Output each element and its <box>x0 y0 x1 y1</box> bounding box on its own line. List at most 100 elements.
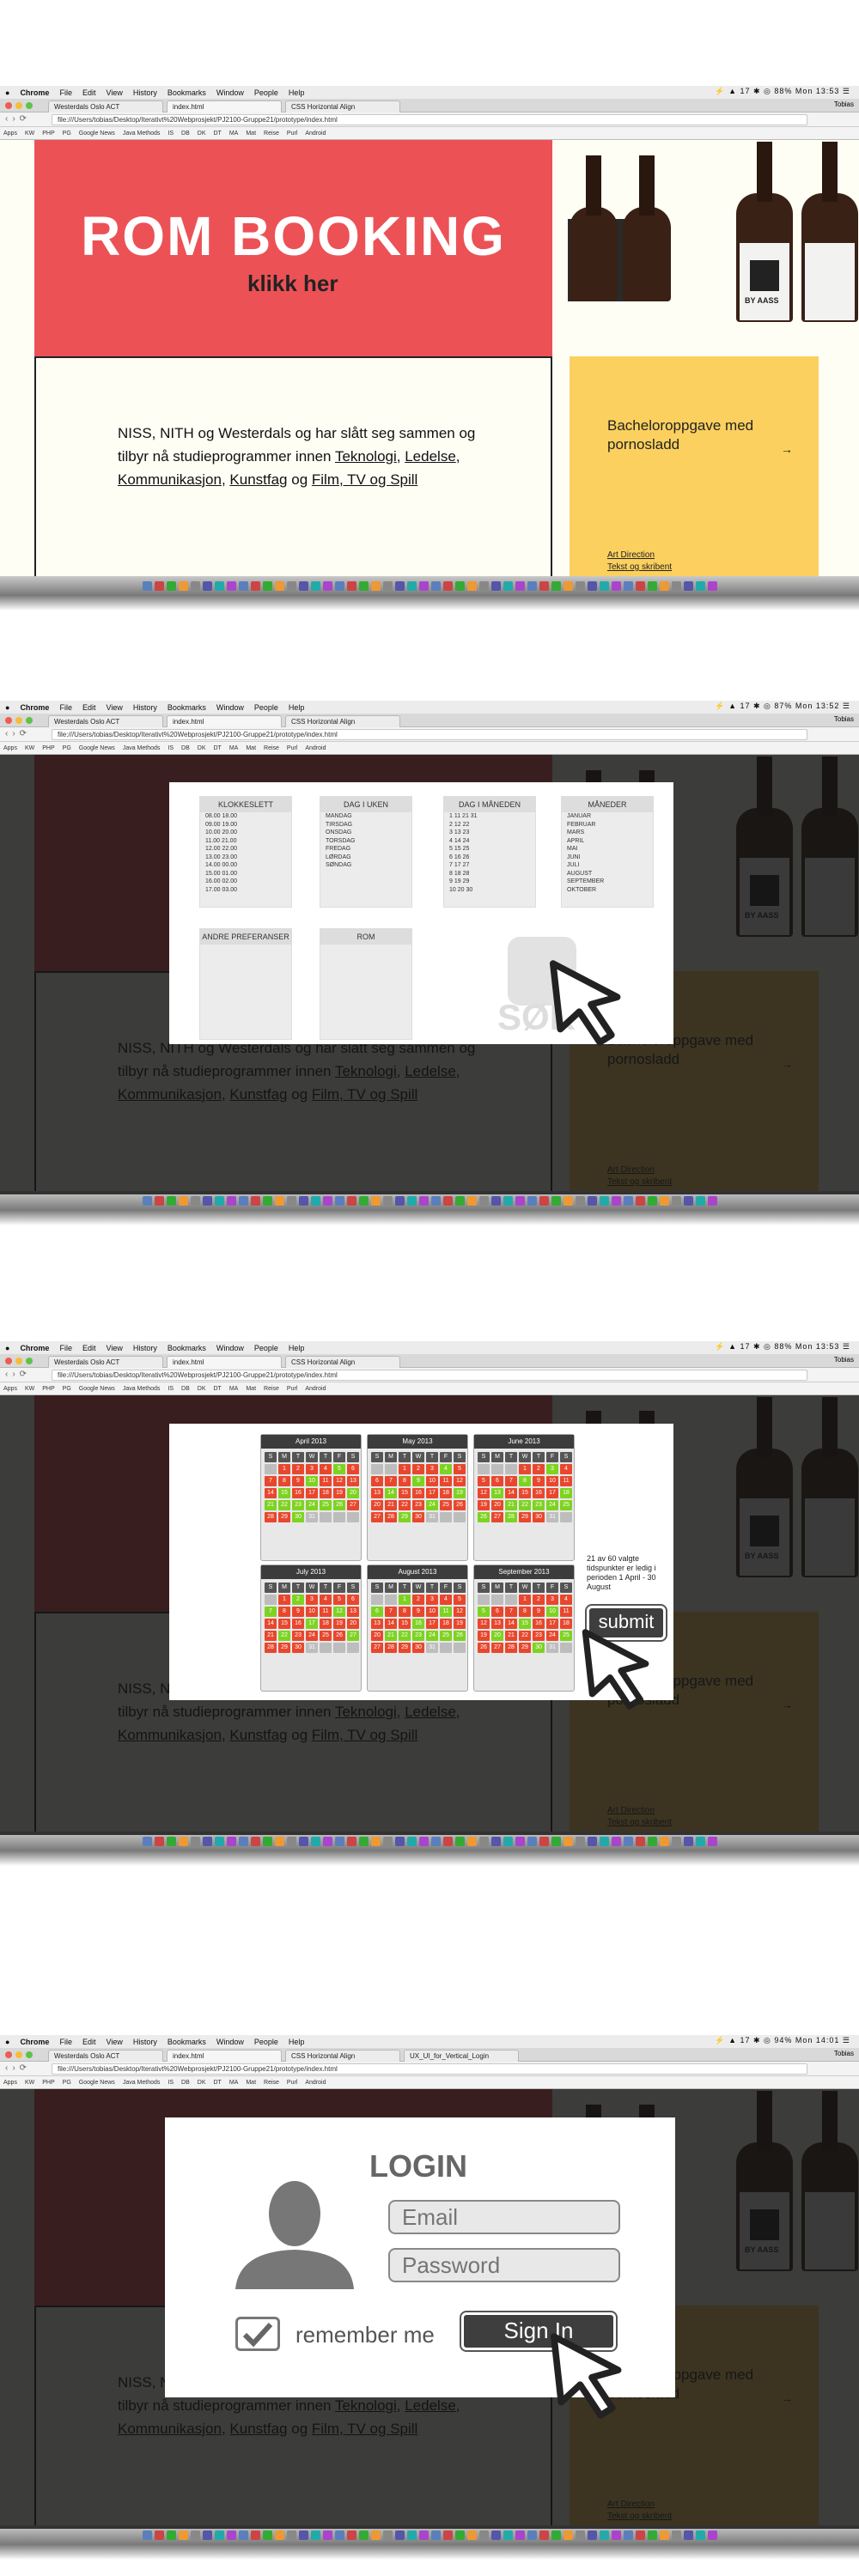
dock-app-icon[interactable] <box>394 1836 405 1846</box>
dock-app-icon[interactable] <box>334 1836 344 1846</box>
calendar-day[interactable]: 2 <box>292 1464 304 1474</box>
window-control-icon[interactable] <box>5 2051 12 2058</box>
filter-option-checkbox[interactable]: 16.00 02.00 <box>200 878 291 886</box>
bookmark-item[interactable]: Purl <box>287 2080 297 2086</box>
dock-app-icon[interactable] <box>322 1836 332 1846</box>
menu-item[interactable]: View <box>106 703 122 712</box>
dock-app-icon[interactable] <box>551 2530 561 2540</box>
calendar-day[interactable]: 27 <box>371 1643 383 1653</box>
calendar-day[interactable] <box>371 1464 383 1474</box>
calendar-day[interactable]: 19 <box>478 1500 490 1510</box>
calendar-day[interactable] <box>478 1464 490 1474</box>
bookmark-item[interactable]: DB <box>181 1386 190 1392</box>
calendar-day[interactable]: 16 <box>412 1619 424 1629</box>
menu-item[interactable]: People <box>254 88 278 97</box>
calendar-day[interactable]: 3 <box>426 1464 438 1474</box>
dock-app-icon[interactable] <box>683 1836 693 1846</box>
dock-app-icon[interactable] <box>599 2530 609 2540</box>
dock-app-icon[interactable] <box>142 580 152 591</box>
calendar-day[interactable]: 24 <box>306 1500 318 1510</box>
calendar-day[interactable]: 24 <box>546 1500 558 1510</box>
calendar-day[interactable]: 19 <box>454 1488 466 1498</box>
calendar-day[interactable]: 6 <box>347 1464 359 1474</box>
bookmark-item[interactable]: Mat <box>246 1386 256 1392</box>
calendar-day[interactable]: 8 <box>519 1607 531 1617</box>
calendar-day[interactable]: 5 <box>454 1595 466 1605</box>
calendar-day[interactable]: 19 <box>333 1488 345 1498</box>
calendar-day[interactable]: 23 <box>292 1500 304 1510</box>
dock-app-icon[interactable] <box>707 580 717 591</box>
dock-app-icon[interactable] <box>671 1836 681 1846</box>
dock-app-icon[interactable] <box>635 1836 645 1846</box>
calendar-day[interactable]: 11 <box>440 1607 452 1617</box>
bookmark-item[interactable]: Android <box>305 1386 326 1392</box>
filter-option-checkbox[interactable]: FREDAG <box>320 845 411 854</box>
calendar-day[interactable]: 10 <box>546 1607 558 1617</box>
filter-option-checkbox[interactable]: 1 11 21 31 <box>444 812 535 821</box>
dock-app-icon[interactable] <box>370 1836 381 1846</box>
dock-app-icon[interactable] <box>322 2530 332 2540</box>
calendar-day[interactable]: 9 <box>533 1607 545 1617</box>
calendar-day[interactable] <box>347 1512 359 1522</box>
calendar-day[interactable]: 27 <box>347 1500 359 1510</box>
bookmark-item[interactable]: Apps <box>3 1386 17 1392</box>
calendar-day[interactable]: 21 <box>385 1631 397 1641</box>
menu-item[interactable]: Bookmarks <box>168 88 206 97</box>
calendar-day[interactable]: 25 <box>320 1500 332 1510</box>
dock-app-icon[interactable] <box>406 2530 417 2540</box>
dock-app-icon[interactable] <box>430 1836 441 1846</box>
dock-app-icon[interactable] <box>238 1836 248 1846</box>
calendar-day[interactable]: 30 <box>533 1512 545 1522</box>
calendar-day[interactable]: 14 <box>505 1619 517 1629</box>
browser-tab[interactable]: index.html <box>167 715 282 727</box>
filter-option-checkbox[interactable]: JANUAR <box>562 812 653 821</box>
filter-option-checkbox[interactable]: AUGUST <box>562 870 653 878</box>
dock-app-icon[interactable] <box>394 580 405 591</box>
calendar-day[interactable]: 11 <box>560 1476 572 1486</box>
dock-app-icon[interactable] <box>298 580 308 591</box>
dock-app-icon[interactable] <box>214 580 224 591</box>
dock-app-icon[interactable] <box>250 580 260 591</box>
bookmark-item[interactable]: Java Methods <box>123 745 161 751</box>
dock-app-icon[interactable] <box>466 1195 477 1206</box>
calendar-day[interactable]: 26 <box>478 1512 490 1522</box>
dock-app-icon[interactable] <box>430 580 441 591</box>
dock-app-icon[interactable] <box>310 1195 320 1206</box>
dock-app-icon[interactable] <box>382 2530 393 2540</box>
calendar-day[interactable]: 4 <box>560 1595 572 1605</box>
menu-item[interactable]: File <box>59 1344 72 1352</box>
menu-item[interactable]: Bookmarks <box>168 703 206 712</box>
dock-app-icon[interactable] <box>250 1836 260 1846</box>
calendar-day[interactable]: 28 <box>385 1512 397 1522</box>
dock-app-icon[interactable] <box>262 1195 272 1206</box>
calendar-day[interactable]: 12 <box>454 1476 466 1486</box>
window-control-icon[interactable] <box>26 102 33 109</box>
calendar-day[interactable]: 17 <box>546 1619 558 1629</box>
dock-app-icon[interactable] <box>406 1836 417 1846</box>
calendar-day[interactable]: 9 <box>533 1476 545 1486</box>
menu-item[interactable]: File <box>59 703 72 712</box>
calendar-day[interactable]: 30 <box>412 1512 424 1522</box>
bookmark-item[interactable]: Reise <box>264 131 279 137</box>
dock-app-icon[interactable] <box>430 1195 441 1206</box>
calendar-day[interactable]: 2 <box>412 1464 424 1474</box>
filter-option-checkbox[interactable]: 14.00 00.00 <box>200 861 291 870</box>
dock-app-icon[interactable] <box>647 1836 657 1846</box>
filter-option-checkbox[interactable]: OKTOBER <box>562 886 653 895</box>
dock-app-icon[interactable] <box>623 2530 633 2540</box>
dock-app-icon[interactable] <box>539 1836 549 1846</box>
bookmark-item[interactable]: PG <box>63 745 71 751</box>
bookmark-item[interactable]: DK <box>198 131 206 137</box>
dock-app-icon[interactable] <box>478 580 489 591</box>
bookmark-item[interactable]: DT <box>214 745 222 751</box>
calendar-day[interactable]: 16 <box>533 1619 545 1629</box>
url-input[interactable]: file:///Users/tobias/Desktop/Iterativt%2… <box>52 114 807 125</box>
calendar-day[interactable]: 22 <box>399 1631 411 1641</box>
calendar-day[interactable]: 8 <box>399 1607 411 1617</box>
calendar-day[interactable]: 9 <box>412 1607 424 1617</box>
dock-app-icon[interactable] <box>322 1195 332 1206</box>
dock-app-icon[interactable] <box>563 1195 573 1206</box>
dock-app-icon[interactable] <box>274 1195 284 1206</box>
bookmark-item[interactable]: IS <box>168 1386 174 1392</box>
url-input[interactable]: file:///Users/tobias/Desktop/Iterativt%2… <box>52 729 807 740</box>
